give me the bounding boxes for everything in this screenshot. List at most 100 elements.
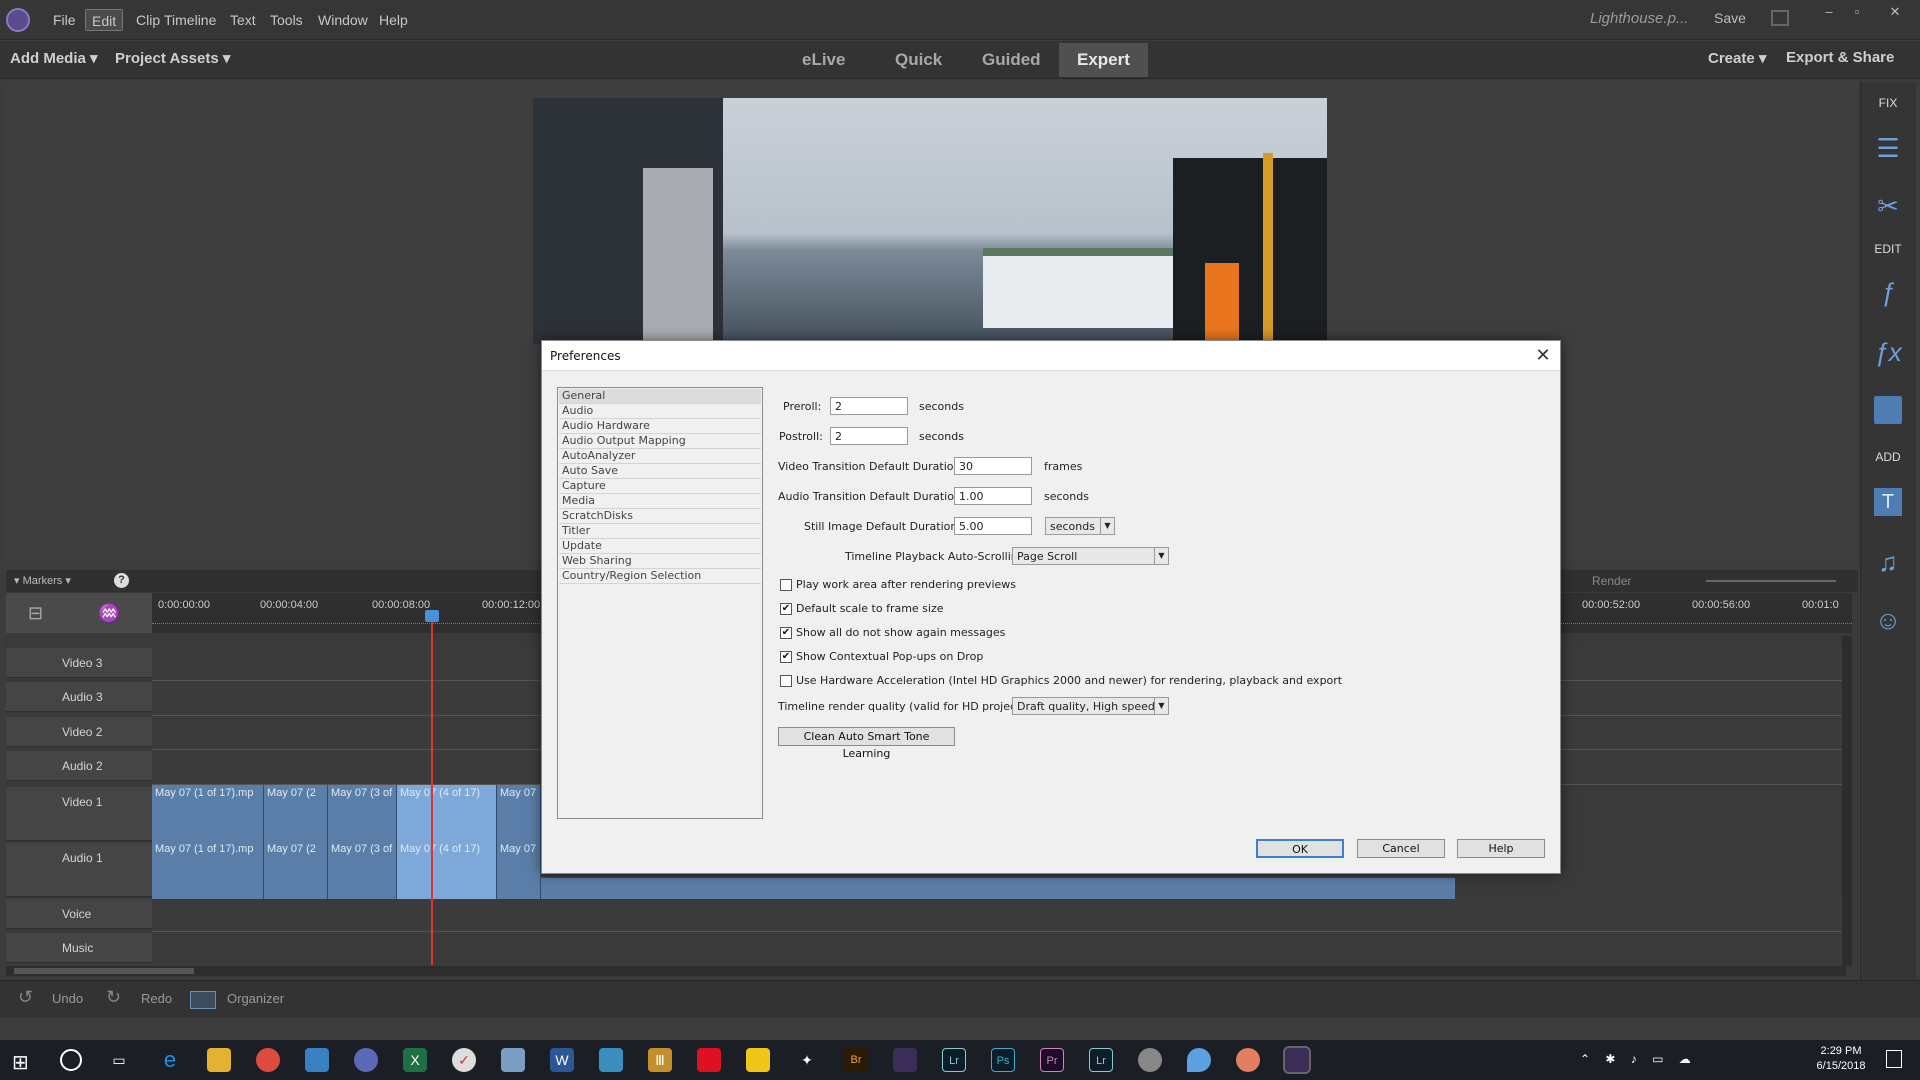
menu-timeline[interactable]: Timeline xyxy=(158,9,222,31)
category-audio[interactable]: Audio xyxy=(559,404,761,419)
video-preview[interactable] xyxy=(533,98,1327,344)
menu-tools[interactable]: Tools xyxy=(264,9,309,31)
track-header-video2[interactable]: Video 2 xyxy=(6,717,152,747)
audio-clip[interactable]: May 07 (2 xyxy=(264,841,328,899)
hardware-acceleration-checkbox[interactable] xyxy=(780,675,792,687)
track-options-icon[interactable]: ⊟ xyxy=(28,603,43,624)
audio-clip[interactable]: May 07 (3 of xyxy=(328,841,397,899)
show-messages-checkbox[interactable]: ✔ xyxy=(780,627,792,639)
render-button[interactable]: Render xyxy=(1592,574,1631,588)
edge-icon[interactable]: e xyxy=(158,1048,182,1072)
app-icon[interactable] xyxy=(1236,1048,1260,1072)
menu-text[interactable]: Text xyxy=(224,9,262,31)
task-view-icon[interactable]: ▭ xyxy=(107,1048,131,1072)
fullscreen-icon[interactable] xyxy=(1771,10,1789,26)
track-header-music[interactable]: Music xyxy=(6,933,152,963)
menu-window[interactable]: Window xyxy=(312,9,374,31)
fx-icon[interactable]: ƒx xyxy=(1872,336,1904,368)
smiley-icon[interactable]: ☺ xyxy=(1872,604,1904,636)
clock[interactable]: 2:29 PM 6/15/2018 xyxy=(1806,1044,1876,1074)
timeline-hscrollbar[interactable] xyxy=(6,966,1846,976)
export-share-button[interactable]: Export & Share xyxy=(1786,49,1894,66)
category-country-region[interactable]: Country/Region Selection xyxy=(559,569,761,584)
menu-help[interactable]: Help xyxy=(373,9,414,31)
lightbulb-icon[interactable]: ✦ xyxy=(795,1048,819,1072)
playhead-handle[interactable] xyxy=(425,610,439,622)
menu-file[interactable]: File xyxy=(47,9,82,31)
word-icon[interactable]: W xyxy=(550,1048,574,1072)
postroll-input[interactable]: 2 xyxy=(830,427,908,445)
category-general[interactable]: General xyxy=(559,389,761,404)
clean-smart-tone-button[interactable]: Clean Auto Smart Tone Learning xyxy=(778,727,955,760)
menu-edit[interactable]: Edit xyxy=(85,9,124,31)
help-button[interactable]: Help xyxy=(1457,839,1545,858)
video-clip[interactable]: May 07 (2 xyxy=(264,785,328,843)
tools-icon[interactable]: ✂ xyxy=(1872,190,1904,222)
fx-brush-icon[interactable]: ƒ xyxy=(1872,276,1904,308)
organizer-button[interactable]: Organizer xyxy=(227,991,284,1006)
app-icon[interactable] xyxy=(354,1048,378,1072)
track-header-audio2[interactable]: Audio 2 xyxy=(6,751,152,781)
video-clip[interactable]: May 07 xyxy=(497,785,541,843)
premiere-elements-icon[interactable] xyxy=(1283,1046,1311,1074)
category-audio-hardware[interactable]: Audio Hardware xyxy=(559,419,761,434)
zoom-slider[interactable] xyxy=(1706,580,1836,582)
title-text-icon[interactable]: T xyxy=(1874,488,1902,516)
track-row-music[interactable] xyxy=(152,933,1842,967)
audio-clip-continued[interactable] xyxy=(541,877,1455,899)
maximize-icon[interactable]: ▫ xyxy=(1846,4,1868,20)
music-note-icon[interactable]: ♫ xyxy=(1872,546,1904,578)
minimize-icon[interactable]: – xyxy=(1818,4,1840,20)
audio-clip[interactable]: May 07 (4 of 17) xyxy=(397,841,497,899)
help-icon[interactable]: ? xyxy=(114,573,129,588)
contextual-popups-checkbox[interactable]: ✔ xyxy=(780,651,792,663)
audio-waveform-icon[interactable]: ♒ xyxy=(98,603,120,624)
category-update[interactable]: Update xyxy=(559,539,761,554)
project-assets-button[interactable]: Project Assets ▾ xyxy=(115,49,230,67)
markers-dropdown[interactable]: ▾ Markers ▾ xyxy=(14,574,71,587)
tab-guided[interactable]: Guided xyxy=(964,43,1059,77)
system-tray[interactable]: ⌃ ✱ ♪ ▭ ☁ xyxy=(1580,1052,1697,1066)
ok-button[interactable]: OK xyxy=(1256,839,1344,858)
default-scale-checkbox[interactable]: ✔ xyxy=(780,603,792,615)
track-header-audio3[interactable]: Audio 3 xyxy=(6,682,152,712)
remote-desktop-icon[interactable] xyxy=(305,1048,329,1072)
preroll-input[interactable]: 2 xyxy=(830,397,908,415)
transition-icon[interactable] xyxy=(1874,396,1902,424)
chrome-icon[interactable] xyxy=(256,1048,280,1072)
sliders-icon[interactable]: ☰ xyxy=(1872,132,1904,164)
app-icon[interactable] xyxy=(599,1048,623,1072)
render-quality-select[interactable]: Draft quality, High speed ▼ xyxy=(1012,697,1169,715)
app-icon[interactable]: ✓ xyxy=(452,1048,476,1072)
video-clip[interactable]: May 07 (3 of xyxy=(328,785,397,843)
redo-icon[interactable]: ↻ xyxy=(106,987,121,1008)
tab-elive[interactable]: eLive xyxy=(784,43,863,77)
category-autoanalyzer[interactable]: AutoAnalyzer xyxy=(559,449,761,464)
video-clip[interactable]: May 07 (4 of 17) xyxy=(397,785,497,843)
category-scratchdisks[interactable]: ScratchDisks xyxy=(559,509,761,524)
playhead[interactable] xyxy=(431,610,433,965)
category-media[interactable]: Media xyxy=(559,494,761,509)
tab-quick[interactable]: Quick xyxy=(877,43,960,77)
create-button[interactable]: Create ▾ xyxy=(1708,49,1766,67)
audio-transition-input[interactable]: 1.00 xyxy=(954,487,1032,505)
audio-clip[interactable]: May 07 xyxy=(497,841,541,899)
organizer-icon[interactable] xyxy=(190,991,216,1009)
track-header-audio1[interactable]: Audio 1 xyxy=(6,843,152,897)
category-web-sharing[interactable]: Web Sharing xyxy=(559,554,761,569)
category-titler[interactable]: Titler xyxy=(559,524,761,539)
notifications-icon[interactable] xyxy=(1886,1050,1902,1068)
track-header-video3[interactable]: Video 3 xyxy=(6,648,152,678)
file-explorer-icon[interactable] xyxy=(207,1048,231,1072)
close-icon[interactable]: ✕ xyxy=(1884,4,1906,20)
app-icon[interactable] xyxy=(501,1048,525,1072)
lightroom-icon[interactable]: Lr xyxy=(942,1048,966,1072)
undo-icon[interactable]: ↺ xyxy=(18,987,33,1008)
save-button[interactable]: Save xyxy=(1714,10,1746,26)
photoshop-icon[interactable]: Ps xyxy=(991,1048,1015,1072)
category-audio-output-mapping[interactable]: Audio Output Mapping xyxy=(559,434,761,449)
cortana-icon[interactable] xyxy=(60,1049,82,1071)
still-image-input[interactable]: 5.00 xyxy=(954,517,1032,535)
video-clip[interactable]: May 07 (1 of 17).mp xyxy=(152,785,264,843)
cancel-button[interactable]: Cancel xyxy=(1357,839,1445,858)
